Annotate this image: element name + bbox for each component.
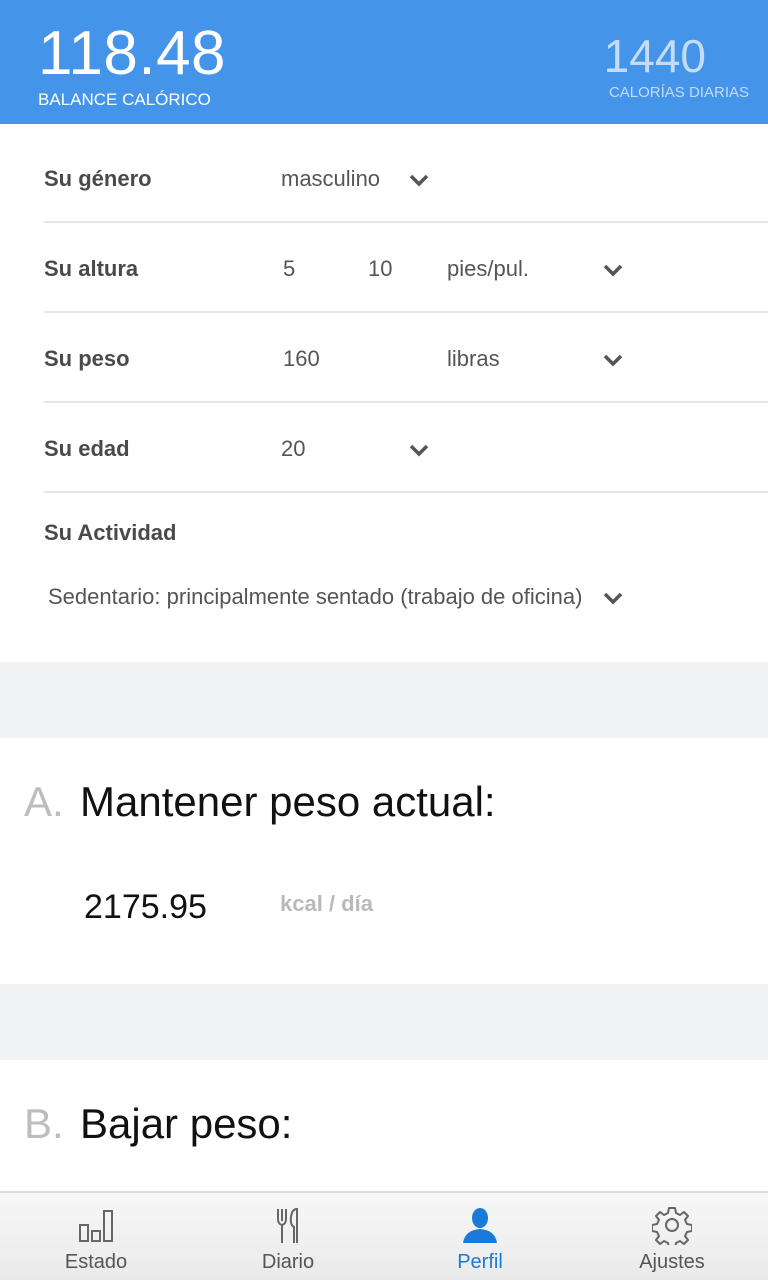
age-chevron-down-icon[interactable] bbox=[407, 442, 431, 458]
height-inches-input[interactable]: 10 bbox=[368, 256, 392, 282]
age-label: Su edad bbox=[44, 436, 130, 461]
card-letter: B. bbox=[24, 1100, 64, 1147]
kcal-unit-label: kcal / día bbox=[280, 891, 373, 916]
calorie-balance-label: BALANCE CALÓRICO bbox=[38, 90, 211, 109]
activity-select[interactable]: Sedentario: principalmente sentado (trab… bbox=[48, 584, 600, 610]
weight-unit-select[interactable]: libras bbox=[447, 346, 500, 372]
tab-label: Ajustes bbox=[639, 1251, 705, 1273]
gender-select[interactable]: masculino bbox=[281, 166, 380, 192]
divider bbox=[44, 401, 768, 403]
activity-chevron-down-icon[interactable] bbox=[601, 590, 625, 606]
tab-label: Estado bbox=[64, 1251, 128, 1273]
tab-perfil[interactable]: Perfil bbox=[384, 1193, 576, 1280]
gender-label: Su género bbox=[44, 166, 152, 191]
height-unit-chevron-down-icon[interactable] bbox=[601, 262, 625, 278]
bottom-tab-bar: Estado Diario Perfil Ajustes bbox=[0, 1191, 768, 1280]
tab-label: Diario bbox=[261, 1251, 315, 1273]
person-icon bbox=[460, 1205, 500, 1245]
tab-ajustes[interactable]: Ajustes bbox=[576, 1193, 768, 1280]
height-feet-input[interactable]: 5 bbox=[283, 256, 295, 282]
tab-estado[interactable]: Estado bbox=[0, 1193, 192, 1280]
profile-form: Su género masculino Su altura 5 10 pies/… bbox=[0, 124, 768, 662]
tab-label: Perfil bbox=[457, 1251, 503, 1273]
divider bbox=[44, 491, 768, 493]
divider bbox=[44, 311, 768, 313]
age-select[interactable]: 20 bbox=[281, 436, 305, 462]
card-title: Bajar peso: bbox=[80, 1100, 293, 1147]
daily-calories-value: 1440 bbox=[603, 30, 706, 82]
card-letter: A. bbox=[24, 778, 64, 825]
height-label: Su altura bbox=[44, 256, 139, 281]
bar-chart-icon bbox=[76, 1205, 116, 1245]
weight-unit-chevron-down-icon[interactable] bbox=[601, 352, 625, 368]
calorie-balance-value: 118.48 bbox=[38, 19, 227, 88]
header-bar: 118.48 BALANCE CALÓRICO 1440 CALORÍAS DI… bbox=[0, 0, 768, 124]
tab-diario[interactable]: Diario bbox=[192, 1193, 384, 1280]
maintain-weight-card: A. Mantener peso actual: 2175.95 kcal / … bbox=[0, 738, 768, 984]
daily-calories-label: CALORÍAS DIARIAS bbox=[608, 84, 749, 101]
lose-weight-card: B. Bajar peso: bbox=[0, 1060, 768, 1191]
gear-icon bbox=[651, 1205, 693, 1249]
height-unit-select[interactable]: pies/pul. bbox=[447, 256, 529, 282]
fork-knife-icon bbox=[268, 1205, 308, 1245]
card-title: Mantener peso actual: bbox=[80, 778, 496, 825]
activity-label: Su Actividad bbox=[44, 520, 177, 545]
weight-input[interactable]: 160 bbox=[283, 346, 320, 372]
gender-chevron-down-icon[interactable] bbox=[407, 172, 431, 188]
maintain-kcal-value: 2175.95 bbox=[84, 888, 207, 926]
divider bbox=[44, 221, 768, 223]
weight-label: Su peso bbox=[44, 346, 130, 371]
